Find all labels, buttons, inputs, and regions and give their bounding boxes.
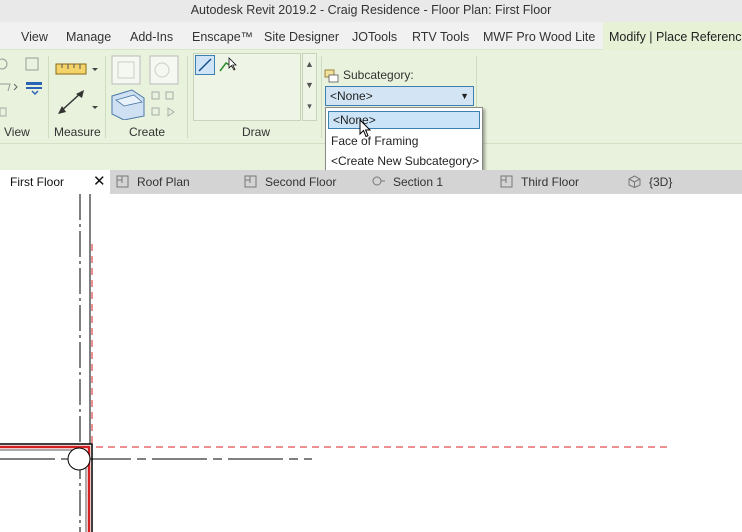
chevron-down-icon[interactable]: ▼ [460,87,469,105]
mouse-cursor-icon [359,119,372,138]
dropdown-option-none[interactable]: <None> [328,111,480,129]
tab-add-ins[interactable]: Add-Ins [130,22,173,50]
expand-gallery-icon[interactable]: ▾ [303,96,316,117]
grid-bubble [67,447,91,471]
panel-divider [321,56,322,138]
view-tab-label: First Floor [10,175,64,189]
pick-lines-icon[interactable] [217,55,237,75]
close-icon[interactable]: ✕ [93,170,106,194]
floor-plan-drawing [0,194,672,532]
view-tools-icon[interactable] [0,56,48,118]
view-tab-roof-plan[interactable]: Roof Plan [116,170,190,194]
view-tab-label: Roof Plan [137,175,190,189]
section-icon [372,176,385,186]
floor-plan-icon [116,175,129,188]
3d-view-icon [628,175,641,188]
subcategory-value: <None> [330,89,373,103]
measure-icon[interactable] [54,56,100,118]
ribbon-tab-bar: View Manage Add-Ins Enscape™ Site Design… [0,22,742,50]
tab-view[interactable]: View [21,22,48,50]
floor-plan-icon [244,175,257,188]
panel-label-view: View [4,125,30,139]
line-draw-icon[interactable] [195,55,215,75]
view-tab-second-floor[interactable]: Second Floor [244,170,336,194]
panel-label-measure: Measure [54,125,101,139]
view-tab-first-floor[interactable]: First Floor ✕ [0,170,110,194]
panel-divider [187,56,188,138]
view-tab-label: Third Floor [521,175,580,189]
tab-mwf-pro-wood-lite[interactable]: MWF Pro Wood Lite [483,22,595,50]
tab-rtv-tools[interactable]: RTV Tools [412,22,469,50]
tab-site-designer[interactable]: Site Designer [264,22,339,50]
scroll-down-icon[interactable]: ▼ [303,75,316,96]
title-bar: Autodesk Revit 2019.2 - Craig Residence … [0,0,742,22]
view-tab-section-1[interactable]: Section 1 [372,170,443,194]
panel-divider [48,56,49,138]
scroll-up-icon[interactable]: ▲ [303,54,316,75]
panel-divider [105,56,106,138]
drawing-canvas[interactable] [0,194,742,532]
floor-plan-icon [500,175,513,188]
view-tab-label: {3D} [649,175,673,189]
dropdown-option-create-new[interactable]: <Create New Subcategory> [326,151,482,171]
tab-enscape[interactable]: Enscape™ [192,22,253,50]
view-tab-label: Section 1 [393,175,444,189]
draw-gallery-scroll[interactable]: ▲ ▼ ▾ [302,53,317,121]
subcategory-label: Subcategory: [343,68,414,82]
panel-label-draw: Draw [242,125,271,139]
tab-jotools[interactable]: JOTools [352,22,397,50]
window-title: Autodesk Revit 2019.2 - Craig Residence … [190,3,552,17]
panel-label-create: Create [129,125,166,139]
view-tab-third-floor[interactable]: Third Floor [500,170,579,194]
create-tools-icon[interactable] [108,54,184,120]
tab-modify-place-reference[interactable]: Modify | Place Reference [603,22,742,50]
subcategory-dropdown: <None> Face of Framing <Create New Subca… [325,107,483,171]
subcategory-icon [324,69,339,83]
view-tab-label: Second Floor [265,175,337,189]
view-tab-3d[interactable]: {3D} [628,170,672,194]
subcategory-select[interactable]: <None> ▼ [325,86,474,106]
tab-manage[interactable]: Manage [66,22,111,50]
dropdown-option-face-of-framing[interactable]: Face of Framing [326,131,482,151]
view-tab-bar: First Floor ✕ Roof Plan Second Floor Sec… [0,170,742,194]
